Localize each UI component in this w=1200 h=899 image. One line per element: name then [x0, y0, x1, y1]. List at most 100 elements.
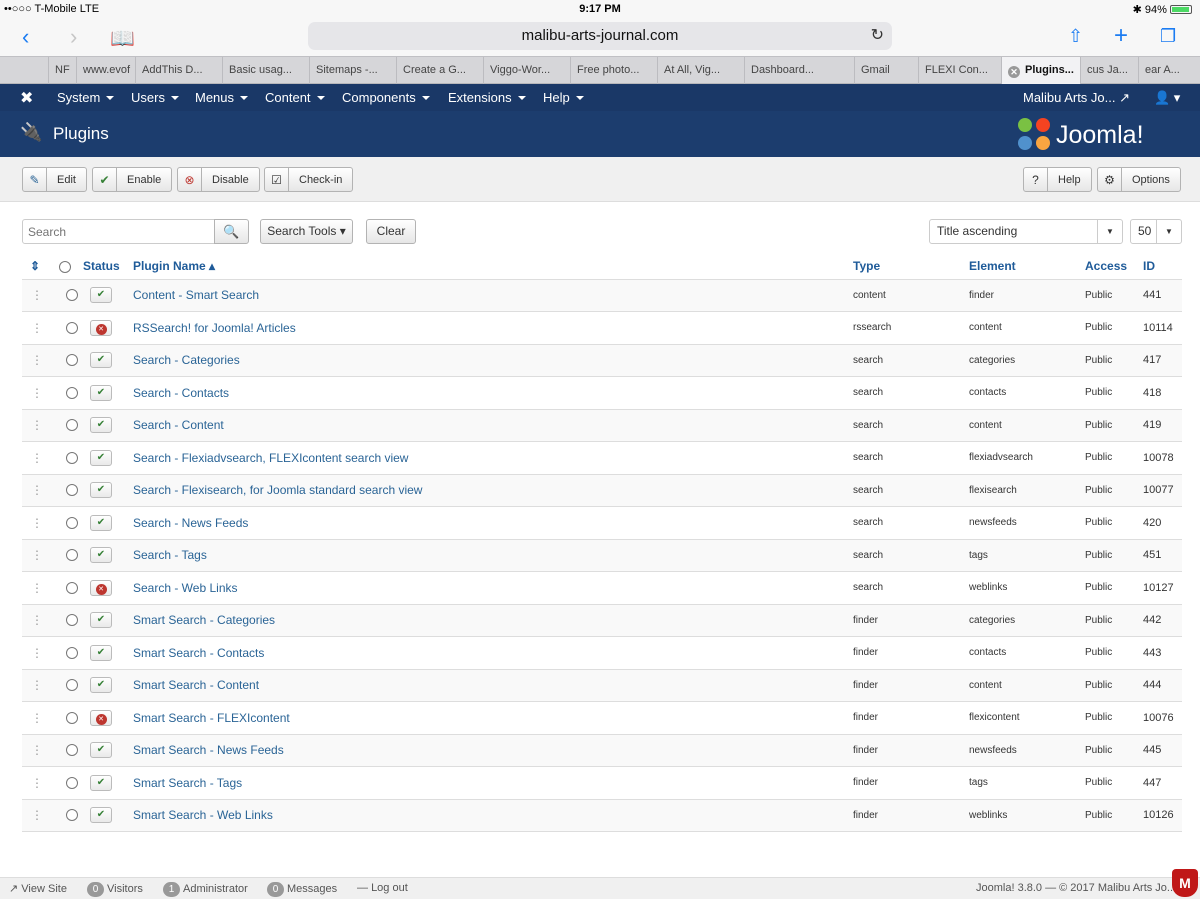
plugin-name-link[interactable]: Smart Search - Tags [133, 766, 853, 800]
row-checkbox[interactable] [66, 776, 78, 789]
row-checkbox[interactable] [66, 289, 78, 302]
row-checkbox[interactable] [66, 321, 78, 334]
drag-handle-icon[interactable]: ⋮ [22, 734, 53, 767]
back-icon[interactable]: ‹ [22, 24, 29, 50]
nav-content[interactable]: Content [265, 84, 325, 111]
browser-tab[interactable]: Basic usag... [222, 57, 309, 84]
row-checkbox[interactable] [66, 549, 78, 562]
drag-handle-icon[interactable]: ⋮ [22, 636, 53, 670]
search-tools-button[interactable]: Search Tools ▾ [260, 219, 353, 244]
drag-handle-icon[interactable]: ⋮ [22, 766, 53, 800]
footer-logout[interactable]: — Log out [357, 882, 408, 894]
limit-select[interactable]: 50 ▼ [1130, 219, 1182, 244]
row-checkbox[interactable] [66, 484, 78, 497]
browser-tab[interactable]: Dashboard... [744, 57, 854, 84]
new-tab-icon[interactable]: + [1114, 22, 1128, 50]
joomla-menu-icon[interactable]: ✖ [20, 88, 33, 108]
row-checkbox[interactable] [66, 809, 78, 822]
nav-system[interactable]: System [57, 84, 114, 111]
row-checkbox[interactable] [66, 646, 78, 659]
drag-handle-icon[interactable]: ⋮ [22, 701, 53, 735]
plugin-name-link[interactable]: Search - Content [133, 409, 853, 442]
plugin-name-link[interactable]: Search - Categories [133, 344, 853, 377]
type-header[interactable]: Type [853, 253, 969, 280]
help-button[interactable]: ? Help [1023, 167, 1092, 192]
enabled-check-icon[interactable]: ✔ [90, 677, 112, 694]
drag-handle-icon[interactable]: ⋮ [22, 376, 53, 410]
browser-tab[interactable]: Gmail [854, 57, 918, 84]
enabled-check-icon[interactable]: ✔ [90, 287, 112, 304]
options-button[interactable]: ⚙ Options [1097, 167, 1181, 192]
drag-handle-icon[interactable]: ⋮ [22, 409, 53, 442]
enabled-check-icon[interactable]: ✔ [90, 547, 112, 564]
browser-tab[interactable]: cus Ja... [1080, 57, 1138, 84]
row-checkbox[interactable] [66, 354, 78, 367]
reload-icon[interactable]: ↻ [871, 22, 884, 50]
enable-button[interactable]: ✔ Enable [92, 167, 173, 192]
enabled-check-icon[interactable]: ✔ [90, 514, 112, 531]
footer-administrator[interactable]: 1 Administrator [163, 882, 248, 897]
enabled-check-icon[interactable]: ✔ [90, 774, 112, 791]
enabled-check-icon[interactable]: ✔ [90, 449, 112, 466]
disabled-x-icon[interactable]: ✕ [90, 579, 112, 596]
plugin-name-link[interactable]: Smart Search - Categories [133, 604, 853, 637]
forward-icon[interactable]: › [70, 24, 77, 50]
enabled-check-icon[interactable]: ✔ [90, 807, 112, 824]
row-checkbox[interactable] [66, 614, 78, 627]
search-input[interactable] [22, 219, 215, 244]
plugin-name-link[interactable]: Search - Web Links [133, 571, 853, 605]
element-header[interactable]: Element [969, 253, 1085, 280]
footer-view-site[interactable]: ↗ View Site [9, 882, 67, 895]
plugin-name-link[interactable]: Search - Tags [133, 539, 853, 572]
plugin-name-link[interactable]: RSSearch! for Joomla! Articles [133, 311, 853, 345]
row-checkbox[interactable] [66, 516, 78, 529]
row-checkbox[interactable] [66, 581, 78, 594]
plugin-name-link[interactable]: Content - Smart Search [133, 279, 853, 312]
enabled-check-icon[interactable]: ✔ [90, 482, 112, 499]
browser-tab-active[interactable]: ✕ Plugins... [1001, 57, 1080, 84]
user-menu[interactable]: 👤 ▾ [1154, 84, 1180, 111]
browser-tab[interactable]: FLEXI Con... [918, 57, 1001, 84]
browser-tab[interactable]: NF [48, 57, 76, 84]
status-header[interactable]: Status [83, 253, 133, 280]
enabled-check-icon[interactable]: ✔ [90, 352, 112, 369]
drag-handle-icon[interactable]: ⋮ [22, 604, 53, 637]
tabs-overview-icon[interactable]: ❐ [1160, 26, 1176, 47]
drag-handle-icon[interactable]: ⋮ [22, 669, 53, 702]
plugin-name-link[interactable]: Search - Flexisearch, for Joomla standar… [133, 474, 853, 507]
close-tab-icon[interactable]: ✕ [1008, 66, 1020, 78]
bookmarks-icon[interactable]: 📖 [110, 26, 135, 51]
nav-help[interactable]: Help [543, 84, 584, 111]
browser-tab[interactable]: AddThis D... [135, 57, 222, 84]
browser-tab[interactable]: At All, Vig... [657, 57, 744, 84]
plugin-name-link[interactable]: Smart Search - Content [133, 669, 853, 702]
nav-users[interactable]: Users [131, 84, 179, 111]
row-checkbox[interactable] [66, 744, 78, 757]
plugin-name-link[interactable]: Search - Contacts [133, 376, 853, 410]
check-all-header[interactable] [53, 253, 83, 280]
browser-tab[interactable]: www.evof [76, 57, 135, 84]
browser-tab[interactable]: ear A... [1138, 57, 1200, 84]
share-icon[interactable]: ⇧ [1068, 26, 1083, 47]
plugin-name-link[interactable]: Search - Flexiadvsearch, FLEXIcontent se… [133, 441, 853, 475]
drag-handle-icon[interactable]: ⋮ [22, 279, 53, 312]
drag-handle-icon[interactable]: ⋮ [22, 311, 53, 345]
drag-handle-icon[interactable]: ⋮ [22, 539, 53, 572]
plugin-name-link[interactable]: Smart Search - News Feeds [133, 734, 853, 767]
disable-button[interactable]: ⊗ Disable [177, 167, 260, 192]
plugin-name-link[interactable]: Smart Search - Web Links [133, 799, 853, 832]
view-site-link[interactable]: Malibu Arts Jo... ↗ [1023, 84, 1130, 111]
browser-tab[interactable]: Create a G... [396, 57, 483, 84]
plugin-name-header[interactable]: Plugin Name ▴ [133, 253, 853, 280]
access-header[interactable]: Access [1085, 253, 1143, 280]
drag-handle-icon[interactable]: ⋮ [22, 344, 53, 377]
plugin-name-link[interactable]: Search - News Feeds [133, 506, 853, 540]
nav-extensions[interactable]: Extensions [448, 84, 526, 111]
row-checkbox[interactable] [66, 419, 78, 432]
id-header[interactable]: ID [1143, 253, 1182, 280]
drag-handle-icon[interactable]: ⋮ [22, 474, 53, 507]
enabled-check-icon[interactable]: ✔ [90, 417, 112, 434]
browser-tab[interactable]: Viggo-Wor... [483, 57, 570, 84]
footer-messages[interactable]: 0 Messages [267, 882, 337, 897]
enabled-check-icon[interactable]: ✔ [90, 612, 112, 629]
